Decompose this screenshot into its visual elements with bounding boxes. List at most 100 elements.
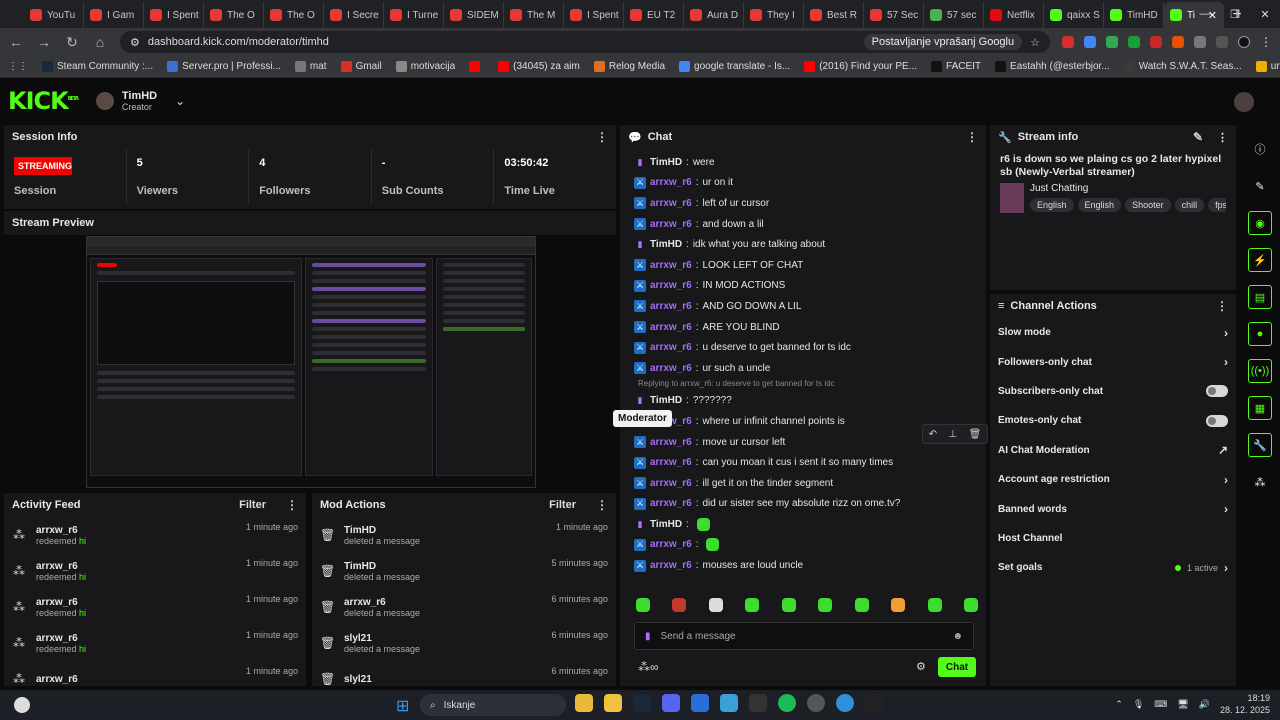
- browser-tab[interactable]: I Spent: [144, 2, 204, 28]
- extension-icon[interactable]: [1128, 36, 1140, 48]
- channel-points-icon[interactable]: ⁂∞: [638, 660, 659, 674]
- lightning-icon[interactable]: ⚡: [1248, 248, 1272, 272]
- chat-username[interactable]: arrxw_r6: [650, 322, 692, 333]
- extension-icon[interactable]: [1172, 36, 1184, 48]
- wrench-icon[interactable]: 🔧: [1248, 433, 1272, 457]
- document-icon[interactable]: ▤: [1248, 285, 1272, 309]
- tag-chip[interactable]: chill: [1174, 198, 1205, 212]
- chat-message[interactable]: ⚔ arrxw_r6: ill get it on the tinder segme…: [630, 473, 986, 494]
- maximize-button[interactable]: ❐: [1220, 0, 1250, 28]
- browser-tab[interactable]: 57 sec: [924, 2, 984, 28]
- bookmark-item[interactable]: FACEIT: [931, 61, 981, 72]
- pin-icon[interactable]: ⊥: [948, 429, 957, 440]
- chat-message[interactable]: ⚔ arrxw_r6: and down a lil: [630, 214, 986, 235]
- more-icon[interactable]: ⋮: [286, 498, 298, 512]
- list-item[interactable]: 🗑 slyl21 6 minutes ago: [312, 661, 616, 686]
- chat-username[interactable]: arrxw_r6: [650, 219, 692, 230]
- chat-username[interactable]: TimHD: [650, 519, 682, 530]
- discord-icon[interactable]: [662, 694, 680, 712]
- chat-username[interactable]: arrxw_r6: [650, 498, 692, 509]
- browser-tab[interactable]: I Gam: [84, 2, 144, 28]
- chat-message[interactable]: ⚔ arrxw_r6: ur on it: [630, 173, 986, 194]
- chat-send-button[interactable]: Chat: [938, 657, 976, 677]
- sidepanel-icon[interactable]: [1216, 36, 1228, 48]
- chat-message[interactable]: ⚔ arrxw_r6: u deserve to get banned for ts…: [630, 337, 986, 358]
- browser-tab[interactable]: I Secre: [324, 2, 384, 28]
- channel-action-banned-words[interactable]: Banned words ›: [990, 494, 1236, 523]
- emoji-picker-icon[interactable]: ☻: [952, 631, 963, 642]
- folder-icon[interactable]: [604, 694, 622, 712]
- channel-action-set-goals[interactable]: Set goals 1 active ›: [990, 553, 1236, 582]
- chat-message[interactable]: ⚔ arrxw_r6: left of ur cursor: [630, 193, 986, 214]
- preview-widget-icon[interactable]: ◉: [1248, 211, 1272, 235]
- list-item[interactable]: ⁂ arrxw_r6 redeemed hi 1 minute ago: [4, 553, 306, 589]
- bookmark-item[interactable]: mat: [294, 61, 327, 72]
- epic-games-icon[interactable]: [865, 694, 883, 712]
- browser-tab[interactable]: qaixx S: [1044, 2, 1104, 28]
- tag-chip[interactable]: fps: [1208, 198, 1226, 212]
- chat-message[interactable]: ⚔ arrxw_r6: mouses are loud uncle: [630, 555, 986, 576]
- bookmark-item[interactable]: unity: [1255, 61, 1280, 72]
- tag-chip[interactable]: Shooter: [1125, 198, 1171, 212]
- mic-icon[interactable]: 🎙: [1133, 699, 1144, 710]
- edit-icon[interactable]: ✎: [1248, 174, 1272, 198]
- omnibox[interactable]: ⚙ dashboard.kick.com/moderator/timhd Pos…: [120, 31, 1050, 53]
- browser-tab[interactable]: EU T2: [624, 2, 684, 28]
- taskbar-search[interactable]: ⌕ Iskanje: [420, 694, 566, 716]
- clock[interactable]: 18:19 28. 12. 2025: [1220, 692, 1270, 716]
- back-icon[interactable]: ←: [8, 34, 24, 50]
- filter-button[interactable]: Filter: [239, 499, 266, 511]
- bookmark-item[interactable]: Gmail: [340, 61, 382, 72]
- more-icon[interactable]: ⋮: [1217, 131, 1228, 144]
- chevron-down-icon[interactable]: ⌄: [175, 94, 185, 108]
- emote-icon[interactable]: [636, 598, 650, 612]
- chevron-right-icon[interactable]: ›: [1224, 561, 1228, 575]
- app-icon[interactable]: [720, 694, 738, 712]
- emote-icon[interactable]: [927, 598, 942, 612]
- channel-action-subscribers-only-chat[interactable]: Subscribers-only chat: [990, 377, 1236, 406]
- bookmark-item[interactable]: google translate - Is...: [679, 61, 790, 72]
- bookmark-item[interactable]: Eastahh (@esterbjor...: [995, 61, 1110, 72]
- chat-message[interactable]: ▮ TimHD:???????: [630, 391, 986, 412]
- chat-message[interactable]: ▮ TimHD:: [630, 514, 986, 535]
- list-item[interactable]: 🗑 TimHD deleted a message 1 minute ago: [312, 517, 616, 553]
- actions-icon[interactable]: ▦: [1248, 396, 1272, 420]
- chat-username[interactable]: arrxw_r6: [650, 260, 692, 271]
- more-icon[interactable]: ⋮: [1216, 299, 1228, 313]
- channel-action-followers-only-chat[interactable]: Followers-only chat ›: [990, 347, 1236, 376]
- chat-username[interactable]: arrxw_r6: [650, 177, 692, 188]
- reload-icon[interactable]: ↻: [64, 34, 80, 51]
- chrome-icon[interactable]: [575, 694, 593, 712]
- list-item[interactable]: 🗑 arrxw_r6 deleted a message 6 minutes ago: [312, 589, 616, 625]
- extension-icon[interactable]: [1106, 36, 1118, 48]
- chevron-right-icon[interactable]: ›: [1224, 355, 1228, 369]
- browser-tab[interactable]: TimHD: [1104, 2, 1164, 28]
- list-item[interactable]: ⁂ arrxw_r6 redeemed hi 1 minute ago: [4, 625, 306, 661]
- chat-message[interactable]: ⚔ arrxw_r6: AND GO DOWN A LIL: [630, 296, 986, 317]
- bookmark-item[interactable]: [469, 61, 484, 72]
- chat-message[interactable]: ⚔ arrxw_r6: ur such a uncle: [630, 358, 986, 379]
- bookmark-item[interactable]: (34045) za aim: [498, 61, 580, 72]
- browser-tab[interactable]: I Spent: [564, 2, 624, 28]
- chat-bubble-icon[interactable]: ●: [1248, 322, 1272, 346]
- trash-icon[interactable]: 🗑: [969, 429, 982, 440]
- more-icon[interactable]: ⋮: [966, 130, 978, 144]
- channel-action-emotes-only-chat[interactable]: Emotes-only chat: [990, 406, 1236, 435]
- chat-message[interactable]: ⚔ arrxw_r6: LOOK LEFT OF CHAT: [630, 255, 986, 276]
- browser-tab[interactable]: They I: [744, 2, 804, 28]
- list-item[interactable]: ⁂ arrxw_r6 redeemed hi 1 minute ago: [4, 589, 306, 625]
- app-icon[interactable]: [807, 694, 825, 712]
- list-item[interactable]: ⁂ arrxw_r6 redeemed hi 1 minute ago: [4, 517, 306, 553]
- browser-tab[interactable]: SIDEM: [444, 2, 504, 28]
- chevron-right-icon[interactable]: ›: [1224, 502, 1228, 516]
- emote-icon[interactable]: [891, 598, 906, 612]
- bookmark-item[interactable]: (2016) Find your PE...: [804, 61, 917, 72]
- keyboard-icon[interactable]: ⌨: [1154, 699, 1167, 710]
- app-icon[interactable]: [749, 694, 767, 712]
- browser-tab[interactable]: The M: [504, 2, 564, 28]
- chat-message[interactable]: ⚔ arrxw_r6: did ur sister see my absolute …: [630, 494, 986, 515]
- more-icon[interactable]: ⋮: [596, 498, 608, 512]
- browser-tab[interactable]: YouTu: [24, 2, 84, 28]
- browser-tab[interactable]: The O: [204, 2, 264, 28]
- broadcast-icon[interactable]: ((•)): [1248, 359, 1272, 383]
